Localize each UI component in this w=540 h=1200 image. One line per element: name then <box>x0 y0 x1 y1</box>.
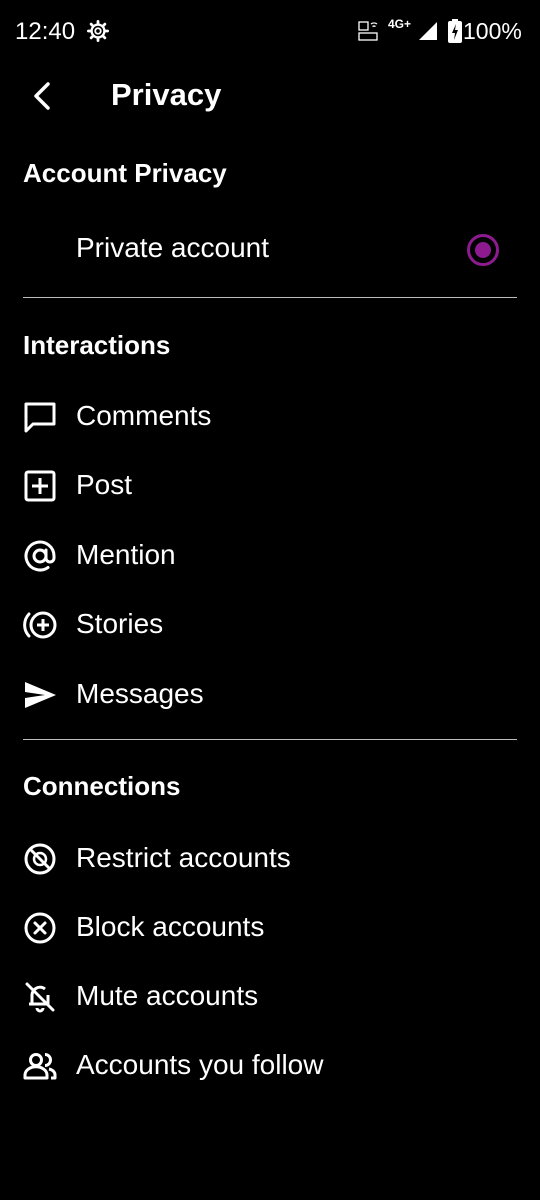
at-icon <box>24 540 56 572</box>
connections-item-mute[interactable]: Mute accounts <box>0 966 540 1026</box>
radio-selected-dot <box>475 242 491 258</box>
connections-item-following[interactable]: Accounts you follow <box>0 1035 540 1095</box>
divider <box>23 297 517 298</box>
connections-item-block[interactable]: Block accounts <box>0 897 540 957</box>
connections-item-label: Block accounts <box>76 911 265 942</box>
interactions-item-post[interactable]: Post <box>0 455 540 515</box>
people-icon <box>23 1053 57 1080</box>
story-add-icon <box>23 611 57 639</box>
block-icon <box>24 912 56 944</box>
signal-icon <box>419 22 437 40</box>
section-title-account-privacy: Account Privacy <box>23 158 227 188</box>
status-time: 12:40 <box>15 18 76 45</box>
interactions-item-label: Comments <box>76 400 212 431</box>
connections-item-restrict[interactable]: Restrict accounts <box>0 828 540 888</box>
battery-charging-icon <box>448 19 462 43</box>
comment-icon <box>24 402 56 433</box>
divider <box>23 739 517 740</box>
interactions-item-label: Messages <box>76 678 204 709</box>
interactions-item-comments[interactable]: Comments <box>0 386 540 446</box>
bell-off-icon <box>25 982 55 1013</box>
header: Privacy <box>0 64 540 128</box>
interactions-item-mention[interactable]: Mention <box>0 525 540 585</box>
network-type: 4G+ <box>388 17 412 31</box>
interactions-item-label: Stories <box>76 608 164 639</box>
volte-icon <box>358 21 378 41</box>
send-icon <box>25 682 56 708</box>
connections-item-label: Accounts you follow <box>76 1049 324 1080</box>
private-account-label: Private account <box>76 232 269 263</box>
plus-square-icon <box>24 470 56 502</box>
interactions-item-label: Post <box>76 469 133 500</box>
private-account-radio[interactable] <box>467 234 499 266</box>
section-title-connections: Connections <box>23 771 181 801</box>
status-bar: 12:40 4G+ 100% <box>0 0 540 64</box>
interactions-item-stories[interactable]: Stories <box>0 594 540 654</box>
page-title: Privacy <box>111 77 222 112</box>
connections-item-label: Mute accounts <box>76 980 259 1011</box>
interactions-item-label: Mention <box>76 539 176 570</box>
connections-item-label: Restrict accounts <box>76 842 291 873</box>
back-button[interactable] <box>20 74 64 118</box>
battery-level: 100% <box>463 18 522 44</box>
restrict-icon <box>24 843 56 875</box>
interactions-item-messages[interactable]: Messages <box>0 664 540 724</box>
private-account-row[interactable]: Private account <box>0 218 540 278</box>
gear-icon <box>87 20 109 42</box>
back-arrow-icon <box>34 82 50 110</box>
section-title-interactions: Interactions <box>23 330 171 360</box>
